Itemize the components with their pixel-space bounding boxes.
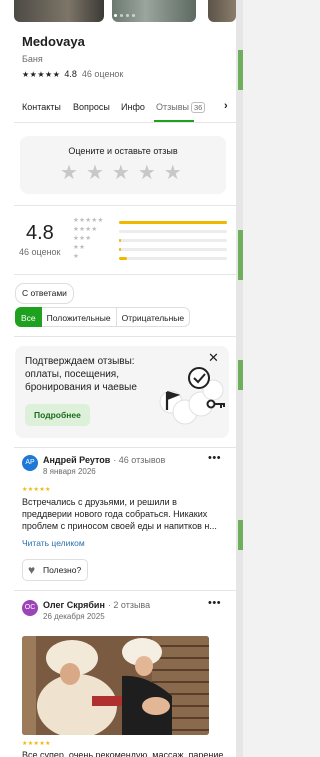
summary-rating: 4.8 <box>26 222 54 244</box>
filter-negative[interactable]: Отрицательные <box>116 307 191 327</box>
distribution-track <box>119 230 227 233</box>
promo-more-button[interactable]: Подробнее <box>25 404 90 426</box>
distribution-fill <box>119 257 127 260</box>
rating-stars-icon: ★★★★★ <box>22 69 61 79</box>
rate-prompt: Оцените и оставьте отзыв ★ ★ ★ ★ ★ <box>20 136 226 194</box>
gallery-photo[interactable] <box>208 0 236 22</box>
divider <box>14 590 236 591</box>
review-stars-icon: ★★★★★ <box>22 741 51 747</box>
review-card: OC Олег Скрябин · 2 отзыва 26 декабря 202… <box>22 597 230 757</box>
review-text: Все супер, очень рекомендую, массаж, пар… <box>22 750 224 757</box>
distribution-track <box>119 221 227 224</box>
map-fragment <box>238 230 243 280</box>
place-title: Medovaya <box>22 34 85 49</box>
avatar[interactable]: AP <box>22 455 38 471</box>
map-fragment <box>238 50 243 90</box>
review-author[interactable]: Андрей Реутов · 46 отзывов <box>43 455 165 465</box>
distribution-fill <box>119 248 122 251</box>
avatar[interactable]: OC <box>22 600 38 616</box>
map-fragment <box>238 520 243 550</box>
star-icon[interactable]: ★ <box>86 163 104 183</box>
more-options-icon[interactable]: ••• <box>208 452 221 464</box>
rating-count: 46 оценок <box>81 69 124 79</box>
tab-reviews-badge: 36 <box>190 102 206 113</box>
rate-prompt-title: Оцените и оставьте отзыв <box>68 146 178 156</box>
rating-value: 4.8 <box>64 69 77 79</box>
chevron-right-icon[interactable]: › <box>224 100 228 112</box>
tab-contacts[interactable]: Контакты <box>22 102 61 112</box>
distribution-stars-icon: ★★★ <box>73 235 92 242</box>
gallery-photo[interactable] <box>112 0 196 22</box>
review-card: AP Андрей Реутов · 46 отзывов 8 января 20… <box>22 452 230 585</box>
tab-reviews[interactable]: Отзывы 36 <box>156 102 206 113</box>
author-review-count: · 46 отзывов <box>113 455 166 465</box>
distribution-track <box>119 257 227 260</box>
star-icon[interactable]: ★ <box>164 163 182 183</box>
distribution-fill <box>119 221 227 224</box>
tab-questions[interactable]: Вопросы <box>73 102 110 112</box>
review-stars-icon: ★★★★★ <box>22 487 51 493</box>
gallery-photo[interactable] <box>14 0 104 22</box>
star-icon[interactable]: ★ <box>60 163 78 183</box>
place-card: Medovaya Баня ★★★★★ 4.8 46 оценок Контак… <box>0 0 236 757</box>
distribution-track <box>119 248 227 251</box>
photo-gallery[interactable] <box>0 0 236 24</box>
star-icon[interactable]: ★ <box>112 163 130 183</box>
distribution-stars-icon: ★★ <box>73 244 86 251</box>
verification-illustration-icon <box>159 367 225 425</box>
author-name: Олег Скрябин <box>43 600 105 610</box>
active-tab-underline <box>154 120 194 122</box>
distribution-track <box>119 239 227 242</box>
map-edge <box>236 0 243 757</box>
more-options-icon[interactable]: ••• <box>208 597 221 609</box>
sauna-photo-image <box>22 636 209 735</box>
useful-button[interactable]: ♥ Полезно? <box>22 559 89 581</box>
review-text: Встречались с друзьями, и решили в предд… <box>22 497 217 531</box>
place-category: Баня <box>22 54 43 64</box>
map-fragment <box>238 360 243 390</box>
review-date: 26 декабря 2025 <box>43 612 105 621</box>
distribution-stars-icon: ★ <box>73 253 80 260</box>
summary-count: 46 оценок <box>19 247 61 257</box>
distribution-stars-icon: ★★★★ <box>73 226 98 233</box>
promo-text: Подтверждаем отзывы: оплаты, посещения, … <box>25 356 137 393</box>
filter-all[interactable]: Все <box>15 307 42 327</box>
divider <box>14 447 236 448</box>
useful-label: Полезно? <box>43 565 82 575</box>
author-name: Андрей Реутов <box>43 455 111 465</box>
tab-bar: Контакты Вопросы Инфо Отзывы 36 › <box>14 92 236 123</box>
review-author[interactable]: Олег Скрябин · 2 отзыва <box>43 600 150 610</box>
divider <box>14 336 236 337</box>
distribution-stars-icon: ★★★★★ <box>73 217 104 224</box>
filter-positive[interactable]: Положительные <box>41 307 117 327</box>
author-review-count: · 2 отзыва <box>107 600 151 610</box>
review-date: 8 января 2026 <box>43 467 96 476</box>
tab-info[interactable]: Инфо <box>121 102 145 112</box>
read-more-link[interactable]: Читать целиком <box>22 538 85 548</box>
place-rating[interactable]: ★★★★★ 4.8 46 оценок <box>22 69 123 79</box>
heart-icon: ♥ <box>28 563 36 577</box>
divider <box>14 274 236 275</box>
review-photo[interactable] <box>22 636 209 735</box>
distribution-fill <box>119 239 122 242</box>
rate-stars: ★ ★ ★ ★ ★ <box>60 163 182 183</box>
tab-reviews-label: Отзывы <box>156 102 189 112</box>
verified-reviews-promo: Подтверждаем отзывы: оплаты, посещения, … <box>15 346 229 438</box>
gallery-dots <box>108 14 135 17</box>
with-answers-filter[interactable]: С ответами <box>15 283 74 304</box>
review-filter-segments: Все Положительные Отрицательные <box>15 307 191 327</box>
divider <box>14 205 236 206</box>
distribution-row-1: ★ <box>73 253 233 264</box>
star-icon[interactable]: ★ <box>138 163 156 183</box>
